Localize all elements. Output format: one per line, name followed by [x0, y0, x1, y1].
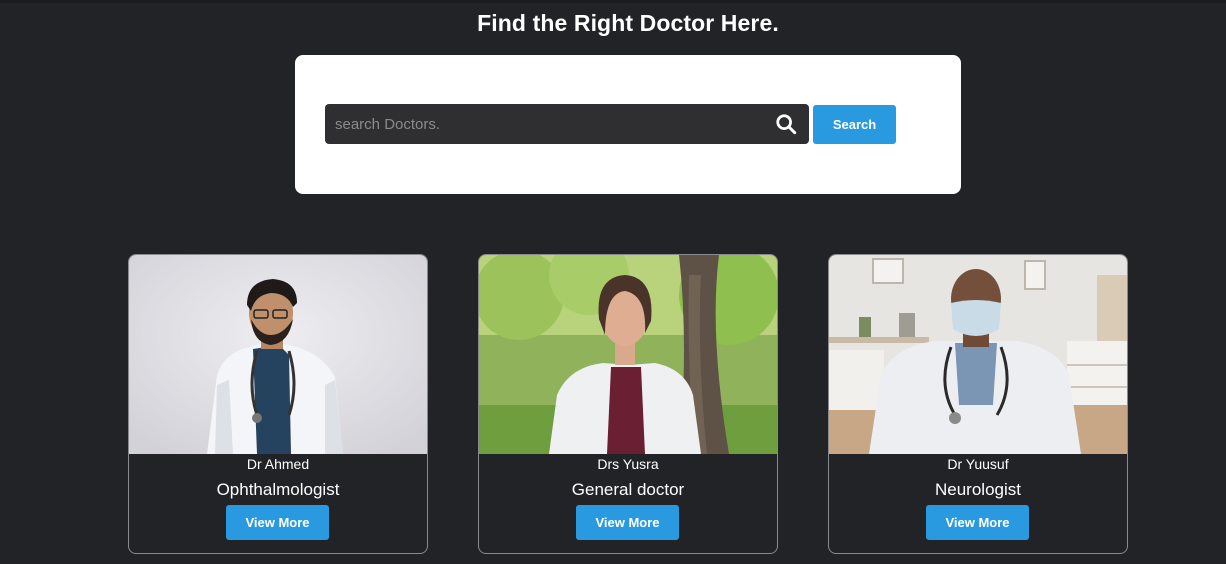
search-box — [325, 104, 809, 144]
doctor-photo-yuusuf — [829, 255, 1127, 454]
doctor-name: Dr Ahmed — [246, 456, 310, 472]
view-more-button[interactable]: View More — [926, 505, 1029, 540]
doctor-card-yuusuf: Dr Yuusuf Neurologist View More — [828, 254, 1128, 554]
view-more-button[interactable]: View More — [226, 505, 329, 540]
view-more-button[interactable]: View More — [576, 505, 679, 540]
doctor-name: Dr Yuusuf — [947, 456, 1009, 472]
doctor-photo-ahmed — [129, 255, 427, 454]
doctor-photo-yusra — [479, 255, 777, 454]
search-panel: Search — [295, 55, 961, 194]
search-icon[interactable] — [775, 113, 797, 135]
doctor-card-ahmed: Dr Ahmed Ophthalmologist View More — [128, 254, 428, 554]
search-input[interactable] — [325, 104, 765, 144]
doctor-name: Drs Yusra — [597, 456, 659, 472]
doctor-specialty: Neurologist — [935, 480, 1021, 499]
doctor-card-yusra: Drs Yusra General doctor View More — [478, 254, 778, 554]
search-button[interactable]: Search — [813, 105, 896, 144]
doctor-specialty: General doctor — [571, 480, 685, 499]
top-divider — [0, 0, 1226, 3]
doctor-specialty: Ophthalmologist — [216, 480, 340, 499]
page-title: Find the Right Doctor Here. — [477, 10, 779, 36]
